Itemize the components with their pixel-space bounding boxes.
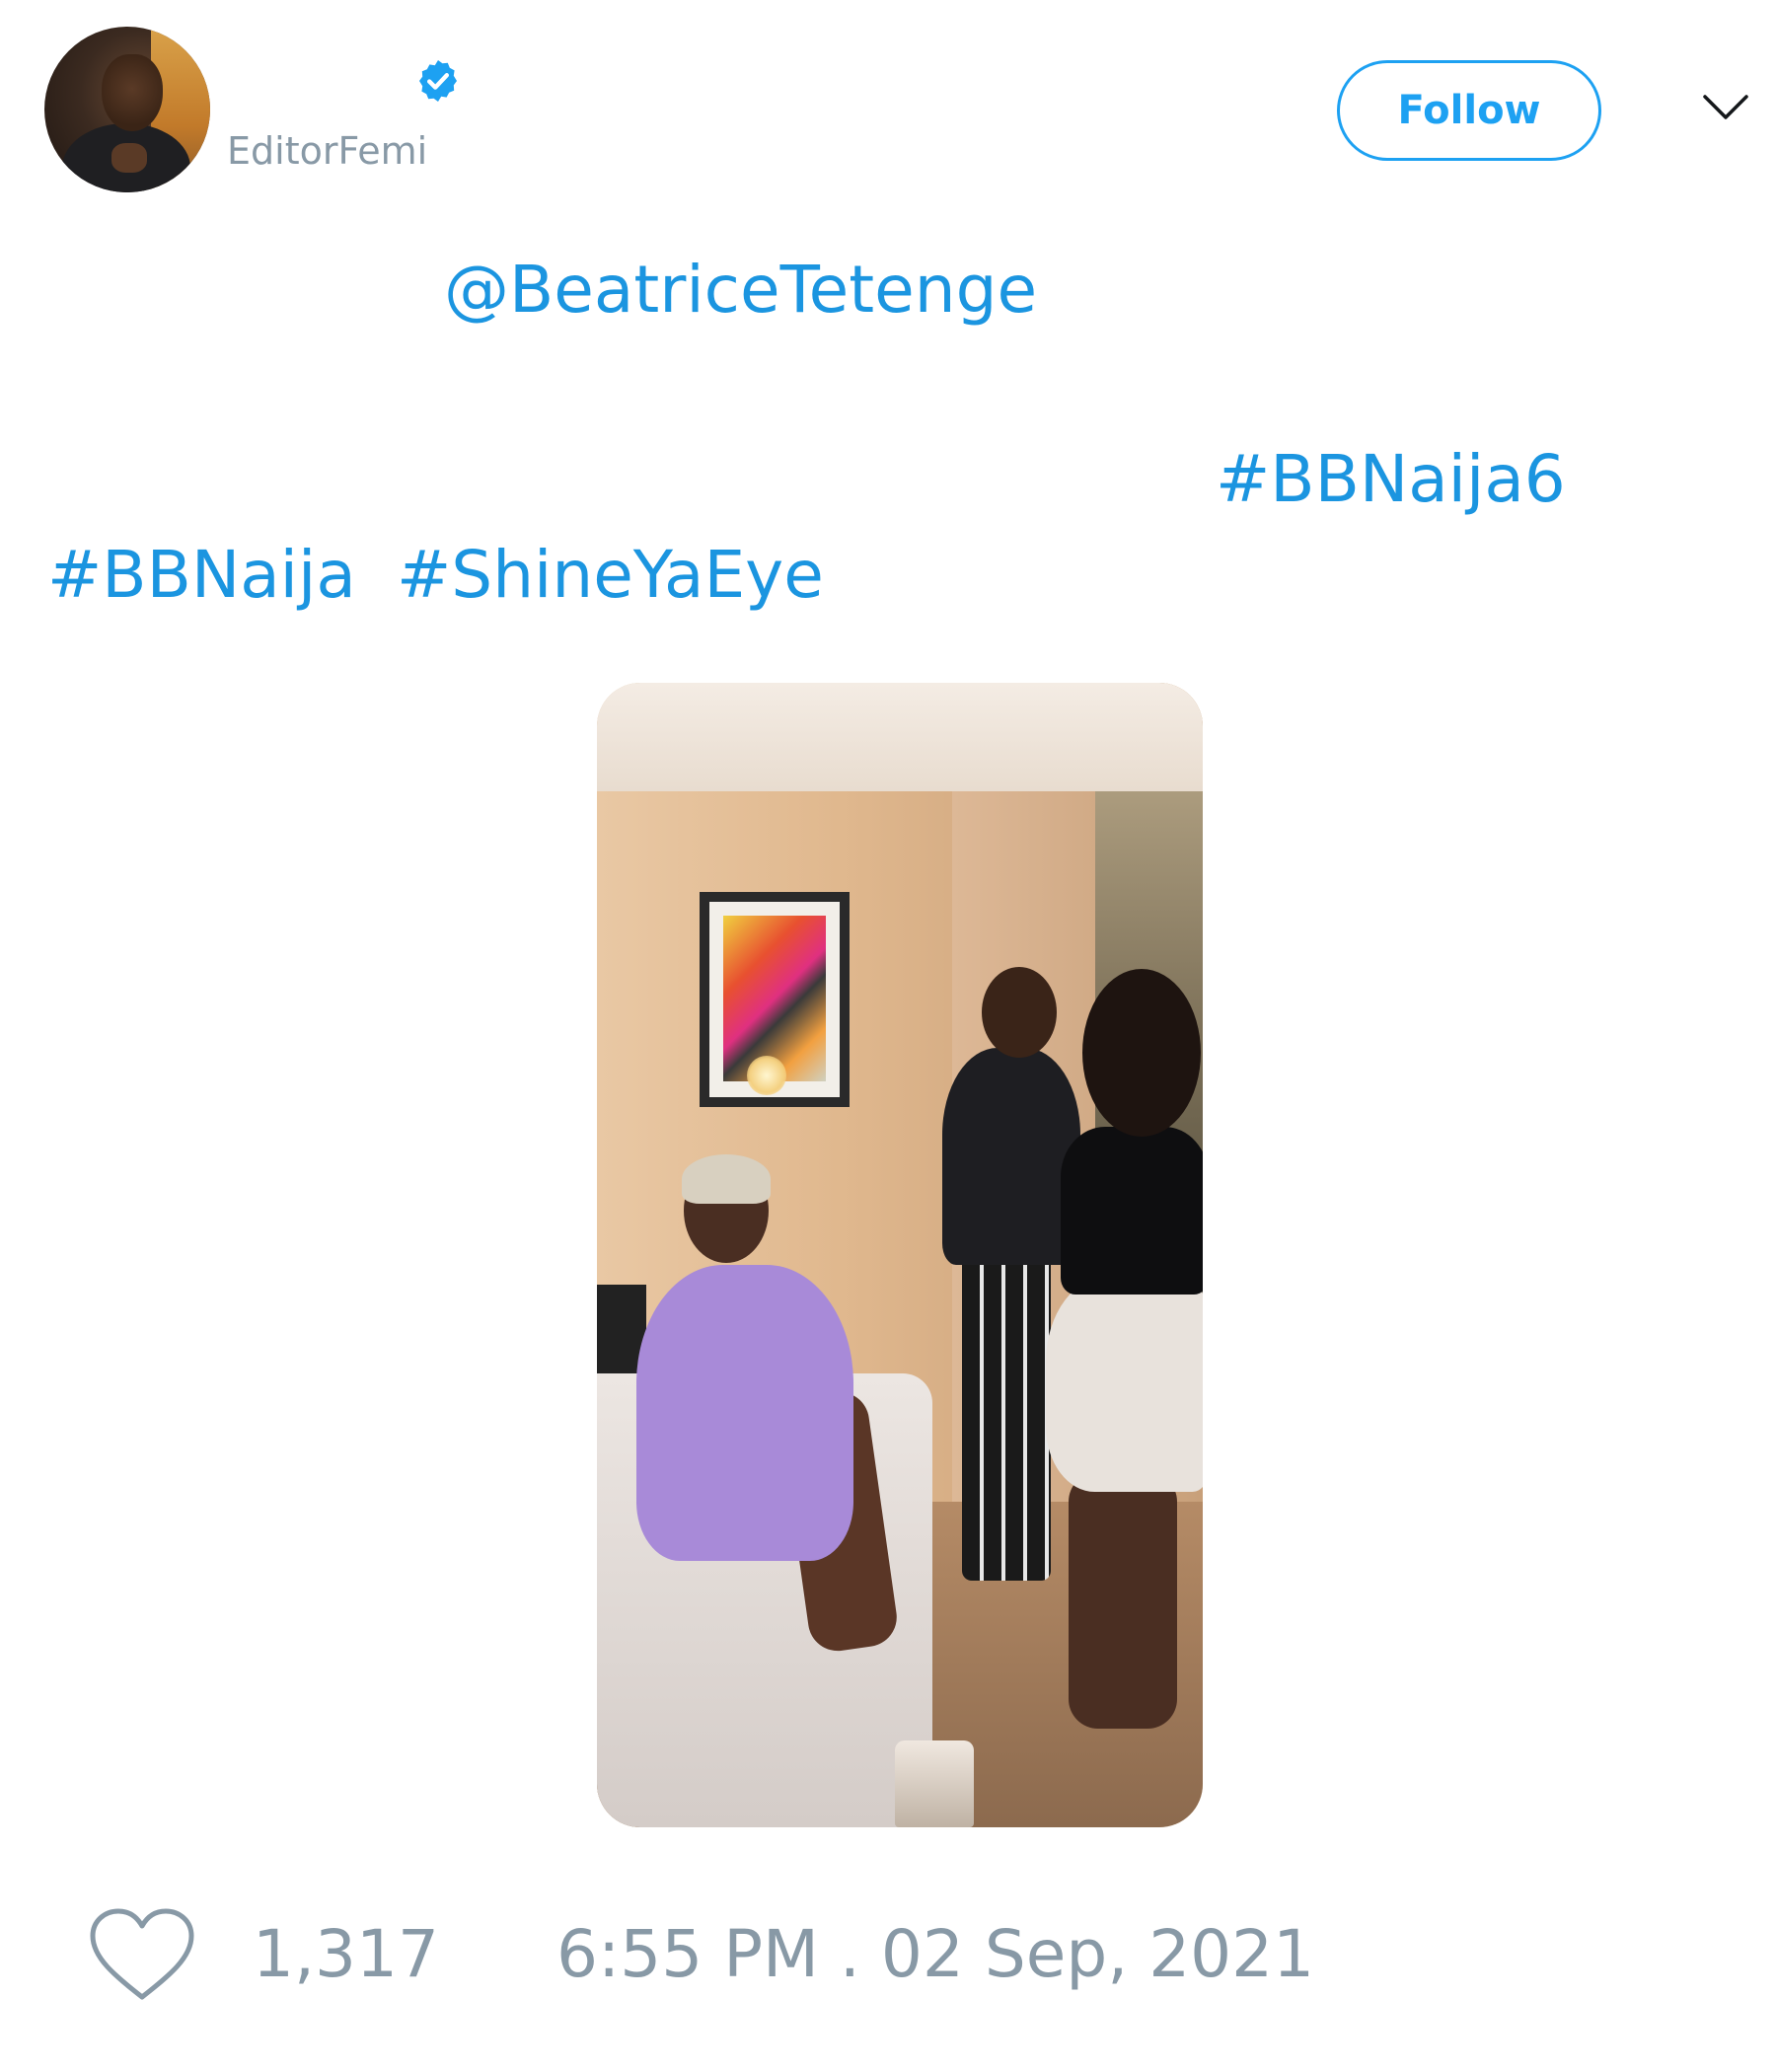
photo-person-head: [982, 967, 1057, 1058]
photo-person-hair: [682, 1154, 771, 1204]
hashtag-link[interactable]: #BBNaija: [47, 537, 356, 613]
chevron-down-icon[interactable]: [1701, 91, 1750, 124]
heart-icon[interactable]: [87, 1906, 197, 2005]
avatar-figure-head: [102, 54, 163, 131]
photo-person-legs: [962, 1255, 1051, 1581]
photo-person-skirt: [1046, 1275, 1203, 1492]
tweet-media-image[interactable]: [597, 683, 1203, 1827]
avatar[interactable]: [44, 27, 210, 192]
photo-person-body: [1061, 1127, 1203, 1295]
tweet-card: EditorFemi Follow @BeatriceTetenge #BBNa…: [0, 0, 1776, 2072]
photo-cup: [895, 1740, 974, 1827]
photo-person-body: [942, 1048, 1080, 1265]
like-count: 1,317: [253, 1916, 439, 1992]
mention-link[interactable]: @BeatriceTetenge: [444, 252, 1037, 328]
avatar-figure-hand: [111, 143, 147, 173]
photo-ceiling: [597, 683, 1203, 791]
photo-person-legs: [1069, 1472, 1177, 1729]
hashtag-link[interactable]: #ShineYaEye: [397, 537, 824, 613]
photo-person-head: [1082, 969, 1201, 1137]
follow-button[interactable]: Follow: [1337, 60, 1601, 161]
verified-badge-icon: [419, 60, 457, 102]
timestamp[interactable]: 6:55 PM . 02 Sep, 2021: [556, 1916, 1314, 1992]
username[interactable]: EditorFemi: [227, 129, 427, 173]
photo-lamp: [747, 1056, 786, 1095]
display-name[interactable]: [229, 59, 407, 99]
photo-person-dress: [636, 1265, 853, 1561]
hashtag-link[interactable]: #BBNaija6: [1216, 441, 1566, 517]
